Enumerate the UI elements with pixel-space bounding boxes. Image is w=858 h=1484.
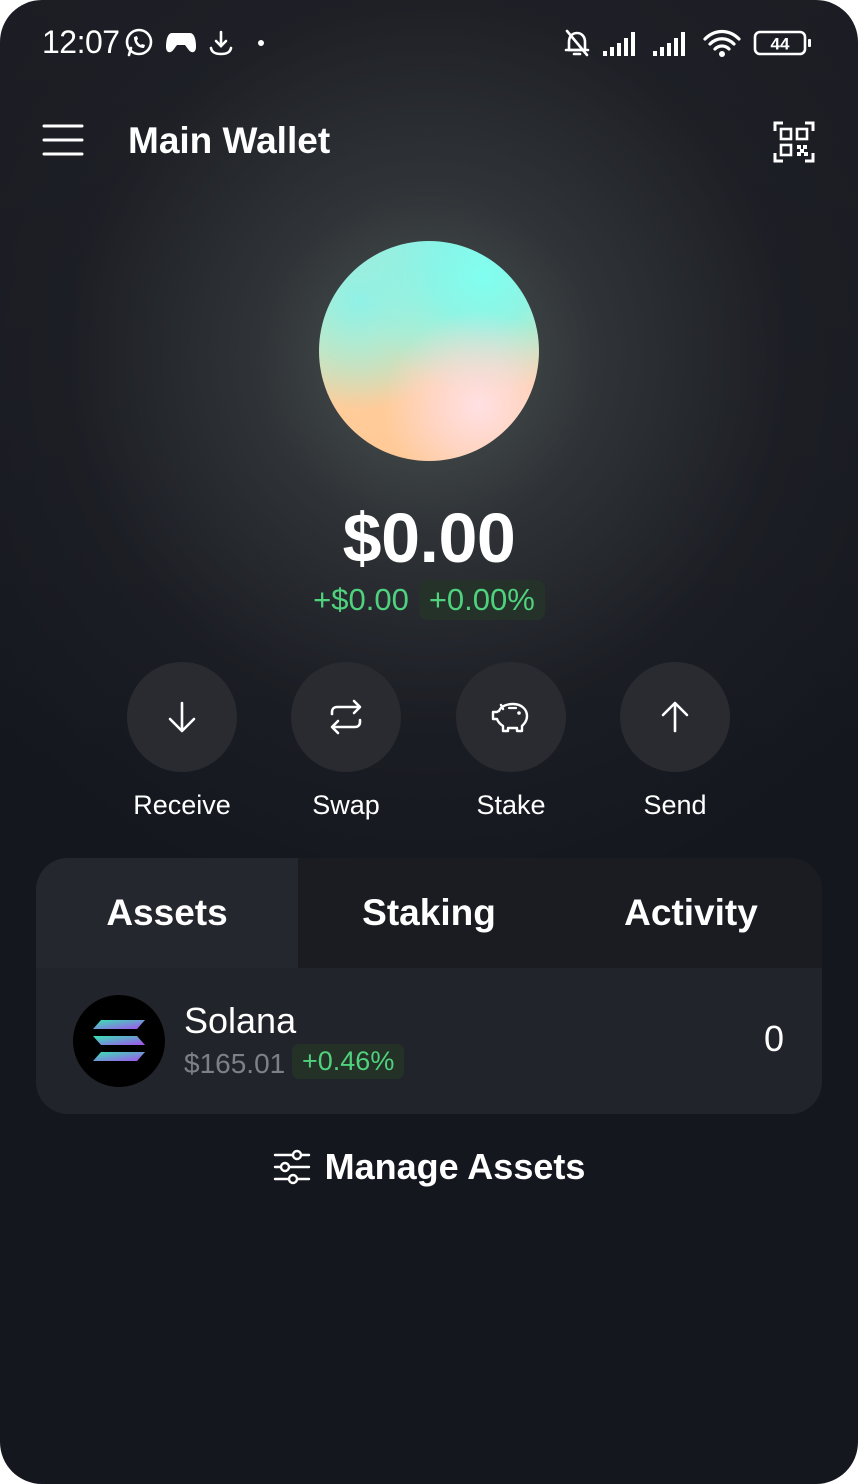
muted-bell-icon [560, 26, 594, 60]
status-time: 12:07 [42, 24, 120, 60]
swap-button[interactable]: Swap [271, 662, 421, 821]
battery-icon: 44 [752, 26, 814, 60]
token-balance: 0 [763, 1018, 784, 1059]
assets-panel: Assets Staking Activity Solana $165.01 +… [36, 858, 822, 1114]
quick-actions: Receive Swap Stake Send [0, 662, 858, 832]
sliders-icon [273, 1149, 310, 1185]
wifi-icon [702, 26, 742, 60]
tab-assets[interactable]: Assets [36, 858, 298, 968]
whatsapp-icon [122, 26, 156, 60]
swap-label: Swap [312, 790, 380, 820]
app-header: Main Wallet [0, 100, 858, 184]
token-change-badge: +0.46% [292, 1044, 405, 1079]
solana-logo-icon [73, 995, 165, 1087]
send-label: Send [643, 790, 707, 820]
receive-label: Receive [133, 790, 231, 820]
total-balance: $0.00 [342, 499, 516, 577]
send-circle[interactable] [620, 662, 730, 772]
signal-icon [650, 26, 692, 60]
swap-circle[interactable] [291, 662, 401, 772]
qr-scan-button[interactable] [768, 116, 820, 168]
hamburger-menu-icon [42, 124, 84, 156]
receive-button[interactable]: Receive [107, 662, 257, 821]
tab-bar: Assets Staking Activity [36, 858, 822, 968]
battery-level: 44 [771, 35, 790, 54]
token-price: $165.01 [184, 1048, 286, 1079]
qr-code-icon [773, 121, 815, 163]
wallet-screen: 12:07 44 Main Wallet $0.00 +$0.00 +0.00%… [0, 0, 858, 1484]
tab-staking[interactable]: Staking [298, 858, 560, 968]
arrow-up-icon [661, 701, 689, 733]
arrow-down-icon [168, 701, 196, 733]
wallet-title[interactable]: Main Wallet [128, 120, 330, 162]
send-button[interactable]: Send [600, 662, 750, 821]
signal-icon [600, 26, 642, 60]
tab-activity[interactable]: Activity [560, 858, 822, 968]
change-amount: +$0.00 [313, 582, 409, 617]
stake-label: Stake [476, 790, 546, 820]
dot-icon [244, 26, 278, 60]
status-bar: 12:07 44 [0, 0, 858, 86]
change-percent-badge: +0.00% [418, 580, 545, 620]
piggy-bank-icon [491, 702, 529, 733]
token-name: Solana [184, 1000, 297, 1041]
stake-circle[interactable] [456, 662, 566, 772]
stake-button[interactable]: Stake [436, 662, 586, 821]
anchor-download-icon [204, 26, 238, 60]
menu-button[interactable] [36, 116, 90, 164]
swap-arrows-icon [330, 699, 362, 735]
manage-assets-button[interactable]: Manage Assets [0, 1146, 858, 1188]
manage-assets-label: Manage Assets [324, 1146, 586, 1187]
game-controller-icon [162, 26, 200, 60]
wallet-avatar [319, 241, 539, 461]
receive-circle[interactable] [127, 662, 237, 772]
asset-row-solana[interactable]: Solana $165.01 +0.46% 0 [36, 968, 822, 1114]
balance-change: +$0.00 +0.00% [0, 580, 858, 620]
